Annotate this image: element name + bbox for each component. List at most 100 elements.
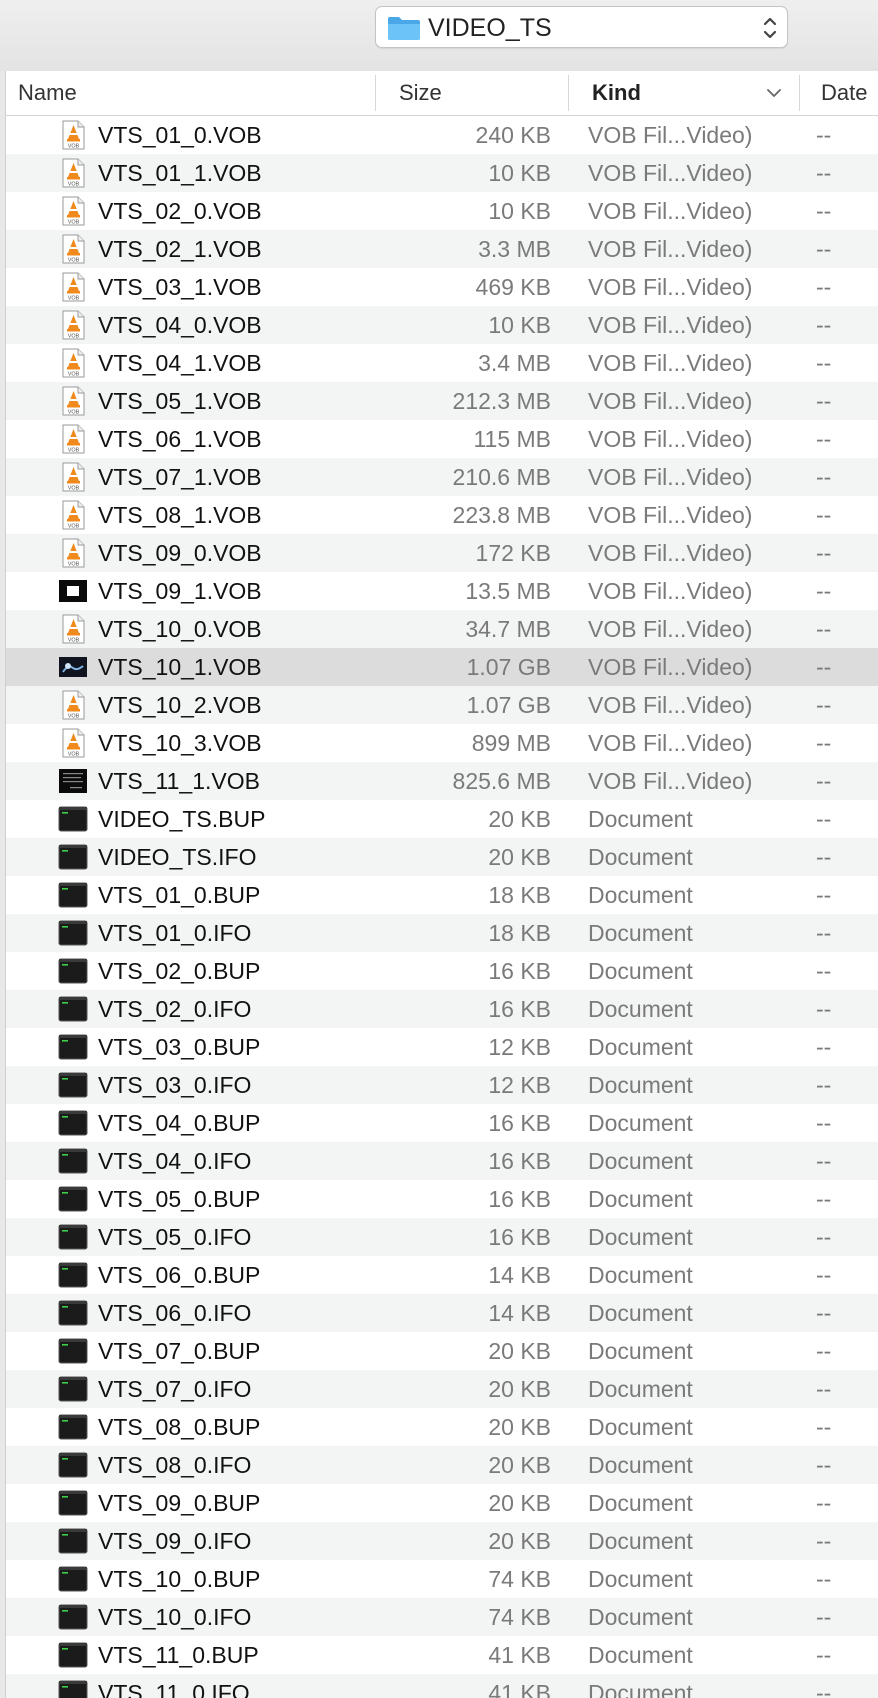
table-row[interactable]: VTS_04_0.BUP 16 KB Document -- bbox=[6, 1104, 878, 1142]
file-name: VTS_03_1.VOB bbox=[98, 274, 262, 300]
terminal-document-icon bbox=[58, 1298, 88, 1328]
table-row[interactable]: VTS_09_0.IFO 20 KB Document -- bbox=[6, 1522, 878, 1560]
file-kind: Document bbox=[588, 1262, 693, 1288]
chevron-down-icon[interactable] bbox=[766, 85, 782, 101]
column-header-kind[interactable]: Kind bbox=[592, 71, 641, 115]
table-row[interactable]: VOB VTS_06_1.VOB 115 MB VOB Fil...Video) -- bbox=[6, 420, 878, 458]
file-list[interactable]: Name Size Kind Date VOB VTS_01_0.VOB 240 K… bbox=[6, 71, 878, 1698]
file-size: 10 KB bbox=[488, 160, 551, 186]
table-row[interactable]: VTS_08_0.IFO 20 KB Document -- bbox=[6, 1446, 878, 1484]
table-row[interactable]: VOB VTS_02_0.VOB 10 KB VOB Fil...Video) -- bbox=[6, 192, 878, 230]
column-header-name[interactable]: Name bbox=[18, 71, 77, 115]
table-row[interactable]: VTS_06_0.IFO 14 KB Document -- bbox=[6, 1294, 878, 1332]
file-kind: Document bbox=[588, 1072, 693, 1098]
table-row[interactable]: VOB VTS_09_0.VOB 172 KB VOB Fil...Video) -- bbox=[6, 534, 878, 572]
file-kind: VOB Fil...Video) bbox=[588, 236, 753, 262]
table-row[interactable]: VOB VTS_10_0.VOB 34.7 MB VOB Fil...Video) -- bbox=[6, 610, 878, 648]
file-size: 223.8 MB bbox=[452, 502, 551, 528]
file-kind: Document bbox=[588, 1186, 693, 1212]
file-size: 469 KB bbox=[475, 274, 551, 300]
table-row[interactable]: VTS_05_0.BUP 16 KB Document -- bbox=[6, 1180, 878, 1218]
table-row[interactable]: VTS_10_0.BUP 74 KB Document -- bbox=[6, 1560, 878, 1598]
table-row[interactable]: VTS_09_1.VOB 13.5 MB VOB Fil...Video) -- bbox=[6, 572, 878, 610]
column-header-date[interactable]: Date bbox=[821, 71, 867, 115]
file-kind: VOB Fil...Video) bbox=[588, 160, 753, 186]
table-row[interactable]: VTS_03_0.IFO 12 KB Document -- bbox=[6, 1066, 878, 1104]
terminal-document-icon bbox=[58, 804, 88, 834]
file-kind: VOB Fil...Video) bbox=[588, 540, 753, 566]
file-kind: VOB Fil...Video) bbox=[588, 502, 753, 528]
table-row[interactable]: VTS_07_0.BUP 20 KB Document -- bbox=[6, 1332, 878, 1370]
file-name: VTS_04_0.VOB bbox=[98, 312, 262, 338]
table-row[interactable]: VTS_11_0.IFO 41 KB Document -- bbox=[6, 1674, 878, 1698]
table-row[interactable]: VTS_08_0.BUP 20 KB Document -- bbox=[6, 1408, 878, 1446]
file-name: VTS_09_0.IFO bbox=[98, 1528, 252, 1554]
file-kind: VOB Fil...Video) bbox=[588, 730, 753, 756]
table-row[interactable]: VOB VTS_04_1.VOB 3.4 MB VOB Fil...Video) -- bbox=[6, 344, 878, 382]
file-date: -- bbox=[816, 654, 832, 680]
table-row[interactable]: VTS_03_0.BUP 12 KB Document -- bbox=[6, 1028, 878, 1066]
file-kind: VOB Fil...Video) bbox=[588, 274, 753, 300]
table-row[interactable]: VTS_10_0.IFO 74 KB Document -- bbox=[6, 1598, 878, 1636]
table-row[interactable]: VOB VTS_03_1.VOB 469 KB VOB Fil...Video) -- bbox=[6, 268, 878, 306]
video-thumbnail-text-icon bbox=[58, 766, 88, 796]
table-row[interactable]: VOB VTS_01_0.VOB 240 KB VOB Fil...Video) -- bbox=[6, 116, 878, 154]
svg-text:VOB: VOB bbox=[68, 562, 80, 568]
file-size: 20 KB bbox=[488, 1528, 551, 1554]
table-row[interactable]: VTS_04_0.IFO 16 KB Document -- bbox=[6, 1142, 878, 1180]
table-row[interactable]: VOB VTS_02_1.VOB 3.3 MB VOB Fil...Video) -- bbox=[6, 230, 878, 268]
table-row[interactable]: VTS_02_0.BUP 16 KB Document -- bbox=[6, 952, 878, 990]
file-name: VTS_04_1.VOB bbox=[98, 350, 262, 376]
vlc-cone-icon: VOB bbox=[58, 424, 88, 454]
svg-text:VOB: VOB bbox=[68, 638, 80, 644]
svg-text:VOB: VOB bbox=[68, 448, 80, 454]
table-row[interactable]: VOB VTS_10_2.VOB 1.07 GB VOB Fil...Video) -- bbox=[6, 686, 878, 724]
table-row[interactable]: VTS_11_1.VOB 825.6 MB VOB Fil...Video) -- bbox=[6, 762, 878, 800]
file-date: -- bbox=[816, 122, 832, 148]
table-row[interactable]: VTS_06_0.BUP 14 KB Document -- bbox=[6, 1256, 878, 1294]
file-kind: Document bbox=[588, 1566, 693, 1592]
file-kind: Document bbox=[588, 1490, 693, 1516]
terminal-document-icon bbox=[58, 1374, 88, 1404]
file-date: -- bbox=[816, 882, 832, 908]
table-row[interactable]: VTS_01_0.IFO 18 KB Document -- bbox=[6, 914, 878, 952]
column-divider[interactable] bbox=[799, 75, 800, 111]
table-row[interactable]: VTS_07_0.IFO 20 KB Document -- bbox=[6, 1370, 878, 1408]
file-name: VTS_10_0.BUP bbox=[98, 1566, 261, 1592]
table-row[interactable]: VTS_05_0.IFO 16 KB Document -- bbox=[6, 1218, 878, 1256]
table-row[interactable]: VOB VTS_10_3.VOB 899 MB VOB Fil...Video) -- bbox=[6, 724, 878, 762]
table-row[interactable]: VIDEO_TS.IFO 20 KB Document -- bbox=[6, 838, 878, 876]
file-date: -- bbox=[816, 1490, 832, 1516]
terminal-document-icon bbox=[58, 1564, 88, 1594]
column-header-size[interactable]: Size bbox=[399, 71, 442, 115]
table-row[interactable]: VTS_01_0.BUP 18 KB Document -- bbox=[6, 876, 878, 914]
file-name: VTS_03_0.IFO bbox=[98, 1072, 252, 1098]
table-row[interactable]: VOB VTS_07_1.VOB 210.6 MB VOB Fil...Video) -… bbox=[6, 458, 878, 496]
file-name: VTS_07_0.IFO bbox=[98, 1376, 252, 1402]
column-divider[interactable] bbox=[375, 75, 376, 111]
table-row[interactable]: VOB VTS_04_0.VOB 10 KB VOB Fil...Video) -- bbox=[6, 306, 878, 344]
folder-icon bbox=[388, 17, 420, 40]
table-row[interactable]: VTS_09_0.BUP 20 KB Document -- bbox=[6, 1484, 878, 1522]
table-row[interactable]: VIDEO_TS.BUP 20 KB Document -- bbox=[6, 800, 878, 838]
column-divider[interactable] bbox=[568, 75, 569, 111]
table-row[interactable]: VTS_11_0.BUP 41 KB Document -- bbox=[6, 1636, 878, 1674]
file-size: 20 KB bbox=[488, 1490, 551, 1516]
vlc-cone-icon: VOB bbox=[58, 538, 88, 568]
terminal-document-icon bbox=[58, 1336, 88, 1366]
table-row[interactable]: VOB VTS_08_1.VOB 223.8 MB VOB Fil...Video) -… bbox=[6, 496, 878, 534]
file-size: 12 KB bbox=[488, 1034, 551, 1060]
file-kind: VOB Fil...Video) bbox=[588, 426, 753, 452]
file-date: -- bbox=[816, 540, 832, 566]
file-date: -- bbox=[816, 1186, 832, 1212]
file-date: -- bbox=[816, 1604, 832, 1630]
table-row[interactable]: VOB VTS_05_1.VOB 212.3 MB VOB Fil...Video) -… bbox=[6, 382, 878, 420]
vlc-cone-icon: VOB bbox=[58, 614, 88, 644]
table-row[interactable]: VTS_10_1.VOB 1.07 GB VOB Fil...Video) -- bbox=[6, 648, 878, 686]
file-name: VTS_06_0.BUP bbox=[98, 1262, 261, 1288]
file-date: -- bbox=[816, 1452, 832, 1478]
table-row[interactable]: VTS_02_0.IFO 16 KB Document -- bbox=[6, 990, 878, 1028]
vlc-cone-icon: VOB bbox=[58, 234, 88, 264]
path-popup-button[interactable]: VIDEO_TS bbox=[375, 6, 788, 48]
table-row[interactable]: VOB VTS_01_1.VOB 10 KB VOB Fil...Video) -- bbox=[6, 154, 878, 192]
